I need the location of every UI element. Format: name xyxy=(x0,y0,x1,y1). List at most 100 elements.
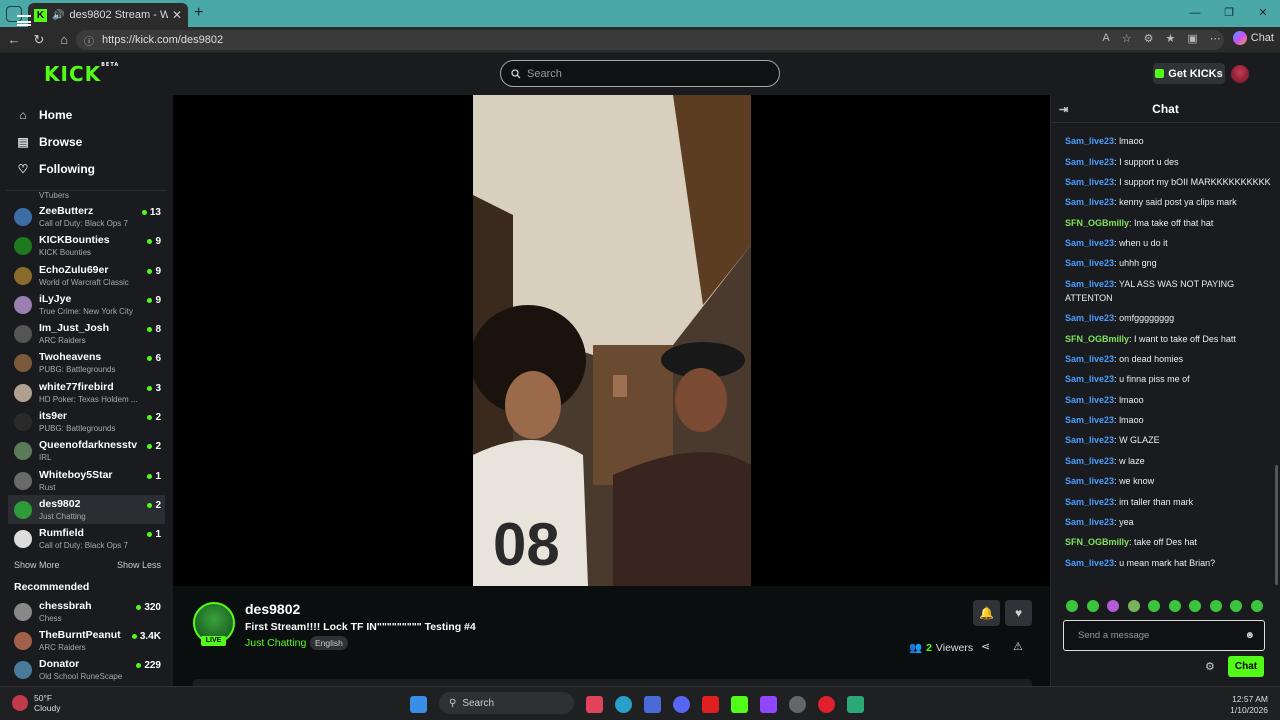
chat-username[interactable]: Sam_live23 xyxy=(1065,415,1114,425)
sidebar-channel[interactable]: Whiteboy5Star Rust 1 xyxy=(0,466,173,495)
sidebar-channel[interactable]: KICKBounties KICK Bounties 9 xyxy=(0,231,173,260)
url-field[interactable]: ⓘ https://kick.com/des9802 xyxy=(76,30,1224,50)
chat-username[interactable]: Sam_live23 xyxy=(1065,157,1114,167)
weather-widget[interactable]: 50°F Cloudy xyxy=(12,693,60,713)
site-info-icon[interactable]: ⓘ xyxy=(84,33,94,48)
steam-icon[interactable] xyxy=(789,696,806,713)
chat-username[interactable]: Sam_live23 xyxy=(1065,238,1114,248)
speaker-icon[interactable]: 🔊 xyxy=(52,10,64,21)
sidebar-channel[interactable]: Donator Old School RuneScape 229 xyxy=(0,655,173,684)
emote-icon[interactable] xyxy=(1189,600,1201,612)
chat-username[interactable]: Sam_live23 xyxy=(1065,279,1114,289)
chat-username[interactable]: SFN_OGBmilly xyxy=(1065,537,1129,547)
sidebar-channel[interactable]: Twoheavens PUBG: Battlegrounds 6 xyxy=(0,348,173,377)
chat-username[interactable]: SFN_OGBmilly xyxy=(1065,218,1129,228)
show-less-button[interactable]: Show Less xyxy=(117,560,161,576)
chat-username[interactable]: Sam_live23 xyxy=(1065,197,1114,207)
chat-username[interactable]: Sam_live23 xyxy=(1065,497,1114,507)
chat-username[interactable]: Sam_live23 xyxy=(1065,258,1114,268)
favorites-icon[interactable]: ★ xyxy=(1165,32,1175,45)
sidebar-channel[interactable]: white77firebird HD Poker: Texas Holdem ..… xyxy=(0,378,173,407)
collections-icon[interactable]: ▣ xyxy=(1187,32,1197,45)
chat-username[interactable]: SFN_OGBmilly xyxy=(1065,334,1129,344)
favorite-icon[interactable]: ☆ xyxy=(1122,32,1132,45)
report-icon[interactable]: ⚠ xyxy=(1013,640,1023,653)
emote-icon[interactable] xyxy=(1209,600,1222,612)
sidebar-channel[interactable]: Rumfield Call of Duty: Black Ops 7 1 xyxy=(0,524,173,553)
show-more-button[interactable]: Show More xyxy=(14,560,60,576)
get-kicks-button[interactable]: Get KICKs xyxy=(1153,63,1225,84)
opera-icon[interactable] xyxy=(818,696,835,713)
send-chat-button[interactable]: Chat xyxy=(1228,656,1264,677)
start-icon[interactable] xyxy=(410,696,427,713)
kick-logo[interactable]: KICKBETA xyxy=(44,62,119,86)
emote-icon[interactable] xyxy=(1250,600,1263,612)
app-icon[interactable] xyxy=(847,696,864,713)
taskbar-search[interactable]: ⚲ Search xyxy=(439,692,574,714)
user-avatar[interactable] xyxy=(1231,65,1249,83)
chat-username[interactable]: Sam_live23 xyxy=(1065,558,1114,568)
sidebar-channel[interactable]: iLyJye True Crime: New York City 9 xyxy=(0,290,173,319)
chat-username[interactable]: Sam_live23 xyxy=(1065,136,1114,146)
close-window-icon[interactable]: ✕ xyxy=(1246,0,1280,27)
nav-browse[interactable]: ▤ Browse xyxy=(0,128,173,155)
close-tab-icon[interactable]: ✕ xyxy=(172,8,182,22)
sidebar-channel[interactable]: its9er PUBG: Battlegrounds 2 xyxy=(0,407,173,436)
home-icon[interactable]: ⌂ xyxy=(53,32,75,47)
chat-username[interactable]: Sam_live23 xyxy=(1065,456,1114,466)
emote-icon[interactable] xyxy=(1230,600,1242,612)
notification-button[interactable]: 🔔 xyxy=(973,600,1000,626)
extensions-icon[interactable]: ⚙ xyxy=(1144,32,1154,45)
chat-username[interactable]: Sam_live23 xyxy=(1065,435,1114,445)
emote-icon[interactable] xyxy=(1168,600,1181,612)
stream-category[interactable]: Just Chatting xyxy=(245,637,306,649)
chat-username[interactable]: Sam_live23 xyxy=(1065,374,1114,384)
emoji-icon[interactable]: ☻ xyxy=(1244,630,1255,641)
chat-scrollbar[interactable] xyxy=(1275,465,1278,585)
kick-app-icon[interactable] xyxy=(731,696,748,713)
music-app-icon[interactable] xyxy=(586,696,603,713)
sidebar-channel[interactable]: des9802 Just Chatting 2 xyxy=(8,494,165,525)
copilot-button[interactable]: Chat xyxy=(1232,31,1274,45)
read-aloud-icon[interactable]: A xyxy=(1102,32,1109,44)
chat-username[interactable]: Sam_live23 xyxy=(1065,395,1114,405)
chat-username[interactable]: Sam_live23 xyxy=(1065,354,1114,364)
twitch-icon[interactable] xyxy=(760,696,777,713)
sidebar-channel[interactable]: ZeeButterz Call of Duty: Black Ops 7 13 xyxy=(0,202,173,231)
new-tab-icon[interactable]: + xyxy=(194,4,203,22)
sidebar-channel[interactable]: TheBurntPeanut ARC Raiders 3.4K xyxy=(0,626,173,655)
maximize-icon[interactable]: ❐ xyxy=(1212,0,1246,27)
menu-icon[interactable] xyxy=(17,15,31,26)
emote-icon[interactable] xyxy=(1127,600,1140,612)
chat-settings-icon[interactable]: ⚙ xyxy=(1205,660,1215,673)
nav-following[interactable]: ♡ Following xyxy=(0,155,173,182)
back-icon[interactable]: ← xyxy=(3,32,25,47)
sidebar-channel[interactable]: EchoZulu69er World of Warcraft Classic 9 xyxy=(0,261,173,290)
share-icon[interactable]: ⋖ xyxy=(981,640,990,653)
collapse-chat-icon[interactable]: ⇥ xyxy=(1059,103,1068,116)
chat-username[interactable]: Sam_live23 xyxy=(1065,476,1114,486)
follow-button[interactable]: ♥ xyxy=(1005,600,1032,626)
language-tag[interactable]: English xyxy=(310,636,348,650)
sidebar-channel[interactable]: Queenofdarknesstv IRL 2 xyxy=(0,436,173,465)
emote-icon[interactable] xyxy=(1066,600,1078,612)
edge-icon[interactable] xyxy=(615,696,632,713)
channel-name[interactable]: des9802 xyxy=(245,601,300,617)
system-clock[interactable]: 12:57 AM 1/10/2026 xyxy=(1230,694,1268,716)
sidebar-channel[interactable]: Im_Just_Josh ARC Raiders 8 xyxy=(0,319,173,348)
video-frame[interactable]: 08 xyxy=(473,95,751,586)
store-icon[interactable] xyxy=(644,696,661,713)
refresh-icon[interactable]: ↻ xyxy=(28,32,50,48)
minimize-icon[interactable]: — xyxy=(1178,0,1212,27)
browser-tab[interactable]: K 🔊 des9802 Stream - Watch Live ✕ xyxy=(28,3,188,27)
chat-username[interactable]: Sam_live23 xyxy=(1065,517,1114,527)
nav-home[interactable]: ⌂ Home xyxy=(0,101,173,128)
chat-input[interactable]: Send a message ☻ xyxy=(1063,620,1265,651)
search-input[interactable]: Search xyxy=(500,60,780,87)
chat-username[interactable]: Sam_live23 xyxy=(1065,313,1114,323)
sidebar-channel[interactable]: chessbrah Chess 320 xyxy=(0,597,173,626)
discord-icon[interactable] xyxy=(673,696,690,713)
chat-username[interactable]: Sam_live23 xyxy=(1065,177,1114,187)
emote-icon[interactable] xyxy=(1107,600,1119,612)
emote-icon[interactable] xyxy=(1148,600,1160,612)
